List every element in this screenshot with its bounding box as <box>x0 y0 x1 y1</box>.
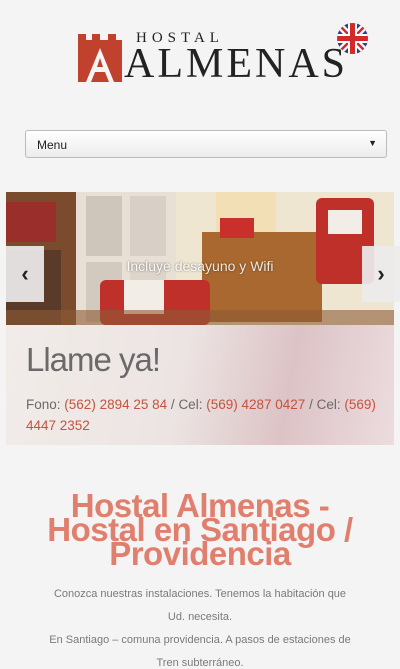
site-header: HOSTAL ALMENAS <box>0 0 400 120</box>
fono-number-link[interactable]: (562) 2894 25 84 <box>64 397 167 412</box>
fono-label: Fono: <box>26 397 61 412</box>
image-slider[interactable]: Incluye desayuno y Wifi <box>6 192 394 325</box>
menu-select[interactable]: Menu ▼ <box>25 130 387 158</box>
intro-line: Ud. necesita. <box>167 611 233 623</box>
cel1-number-link[interactable]: (569) 4287 0427 <box>206 397 305 412</box>
chevron-left-icon: ‹ <box>21 261 29 286</box>
slider-next-button[interactable]: › <box>362 246 400 302</box>
slider-prev-button[interactable]: ‹ <box>6 246 44 302</box>
cel2-label: Cel: <box>316 397 341 412</box>
contact-callout: Llame ya! Fono: (562) 2894 25 84 / Cel: … <box>6 325 394 445</box>
cel1-label: Cel: <box>178 397 203 412</box>
intro-line: Tren subterráneo. <box>156 657 244 669</box>
separator: / <box>170 397 175 412</box>
logo-almenas-text: ALMENAS <box>124 41 349 87</box>
chevron-right-icon: › <box>377 261 385 286</box>
slide-caption: Incluye desayuno y Wifi <box>126 258 274 274</box>
intro-line: Conozca nuestras instalaciones. Tenemos … <box>53 588 347 600</box>
uk-flag-icon[interactable] <box>337 23 368 54</box>
menu-select-label: Menu <box>37 138 68 152</box>
intro-text: Conozca nuestras instalaciones. Tenemos … <box>0 583 400 669</box>
contact-title: Llame ya! <box>26 341 161 378</box>
contact-phones: Fono: (562) 2894 25 84 / Cel: (569) 4287… <box>26 394 386 436</box>
site-logo[interactable]: HOSTAL ALMENAS <box>78 28 345 86</box>
castle-logo-icon <box>78 34 122 82</box>
separator: / <box>309 397 313 412</box>
intro-line: En Santiago – comuna providencia. A paso… <box>49 634 351 646</box>
page-title: Hostal Almenas - Hostal en Santiago / Pr… <box>0 489 400 570</box>
caret-down-icon: ▼ <box>368 138 377 148</box>
